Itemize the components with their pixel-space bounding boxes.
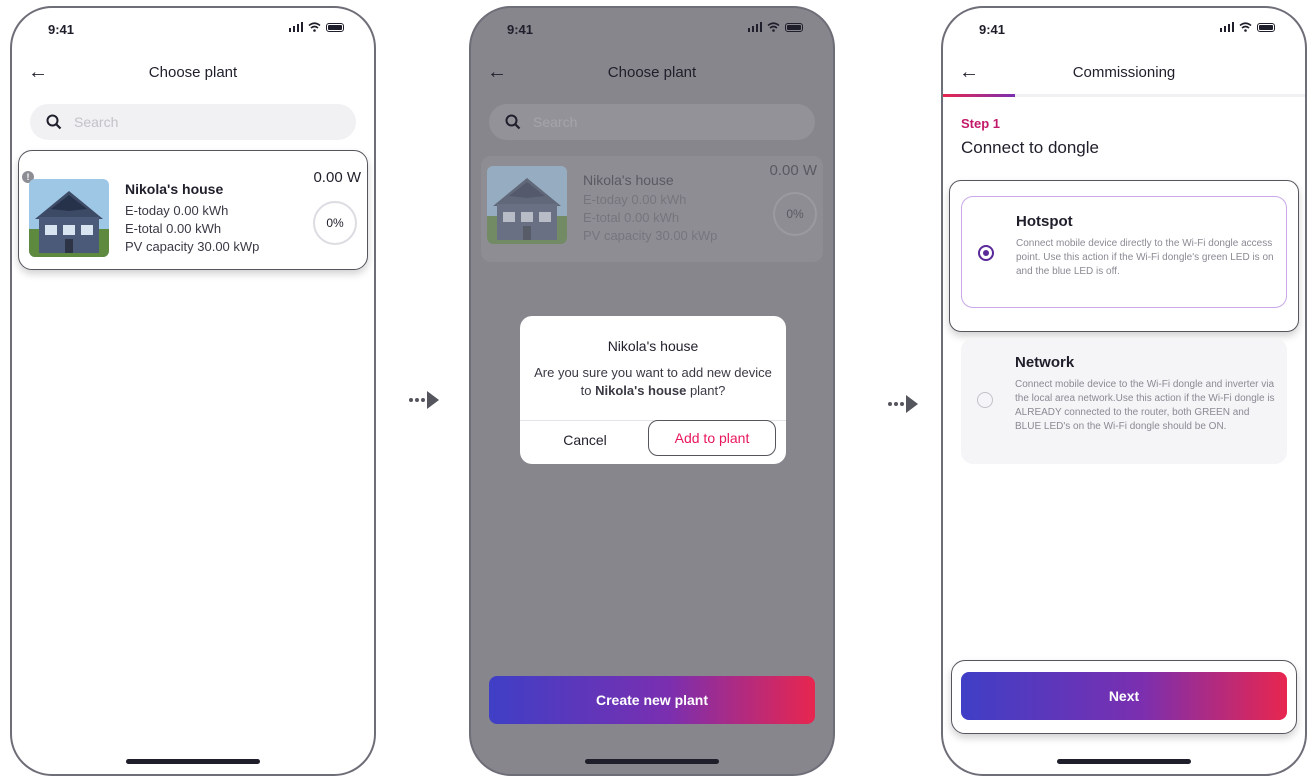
page-title: Choose plant: [607, 64, 697, 81]
plant-percent-ring: 0%: [773, 192, 817, 236]
search-icon: [46, 114, 62, 130]
phone-screen-choose-plant: 9:41 ← Choose plant Search ! Nikola's ho…: [10, 6, 376, 776]
home-indicator: [585, 759, 719, 764]
page-title: Commissioning: [1072, 64, 1176, 81]
home-indicator: [1057, 759, 1191, 764]
flow-arrow-icon: [888, 395, 918, 413]
signal-icon: [1219, 22, 1234, 32]
wifi-icon: [1239, 22, 1252, 32]
step-title: Connect to dongle: [961, 138, 1099, 157]
confirm-dialog: Nikola's house Are you sure you want to …: [520, 316, 786, 464]
signal-icon: [288, 22, 303, 32]
step-label: Step 1: [961, 116, 1001, 131]
phone-screen-confirm-dialog: 9:41 ← Choose plant Search Nikola's hous…: [469, 6, 835, 776]
status-time: 9:41: [507, 22, 534, 37]
option-description: Connect mobile device to the Wi-Fi dongl…: [1015, 379, 1275, 432]
wifi-icon: [308, 22, 321, 32]
cancel-button[interactable]: Cancel: [550, 432, 620, 448]
status-icons: [747, 22, 803, 32]
plant-card[interactable]: Nikola's house E-today 0.00 kWh E-total …: [481, 156, 823, 262]
home-indicator: [126, 759, 260, 764]
status-time: 9:41: [48, 22, 75, 37]
plant-name: Nikola's house: [583, 172, 674, 188]
dialog-title: Nikola's house: [607, 338, 699, 354]
signal-icon: [747, 22, 762, 32]
radio-selected-icon[interactable]: [978, 245, 994, 261]
status-time: 9:41: [979, 22, 1006, 37]
option-name: Network: [1015, 354, 1075, 371]
create-new-plant-button[interactable]: Create new plant: [489, 676, 815, 724]
plant-power: 0.00 W: [769, 162, 817, 179]
phone-screen-commissioning: 9:41 ← Commissioning Step 1 Connect to d…: [941, 6, 1307, 776]
plant-photo: [29, 179, 109, 257]
next-button[interactable]: Next: [961, 672, 1287, 720]
battery-icon: [326, 23, 344, 32]
dialog-message: Are you sure you want to add new device …: [534, 365, 772, 398]
page-title: Choose plant: [148, 64, 238, 81]
flow-arrow-icon: [409, 391, 439, 409]
plant-percent-ring: 0%: [313, 201, 357, 245]
option-name: Hotspot: [1016, 213, 1073, 230]
search-placeholder: Search: [74, 114, 119, 130]
wifi-icon: [767, 22, 780, 32]
search-placeholder: Search: [533, 114, 578, 130]
plant-e-total: E-total 0.00 kWh: [583, 210, 680, 225]
battery-icon: [785, 23, 803, 32]
step-progress-bar: [943, 94, 1305, 97]
search-icon: [505, 114, 521, 130]
status-icons: [1219, 22, 1275, 32]
plant-photo: [487, 166, 567, 244]
dialog-plant-name: Nikola's house: [595, 383, 687, 398]
status-icons: [288, 22, 344, 32]
plant-e-total: E-total 0.00 kWh: [125, 221, 222, 236]
search-input[interactable]: Search: [30, 104, 356, 140]
option-hotspot[interactable]: Hotspot Connect mobile device directly t…: [961, 196, 1287, 308]
plant-power: 0.00 W: [313, 169, 361, 186]
option-description: Connect mobile device directly to the Wi…: [1016, 238, 1274, 277]
step-progress-fill: [943, 94, 1016, 97]
option-network[interactable]: Network Connect mobile device to the Wi-…: [961, 338, 1287, 464]
search-input[interactable]: Search: [489, 104, 815, 140]
plant-pv-capacity: PV capacity 30.00 kWp: [583, 228, 718, 243]
plant-e-today: E-today 0.00 kWh: [583, 192, 687, 207]
plant-card[interactable]: ! Nikola's house E-today 0.00 kWh E-tota…: [18, 150, 368, 270]
add-to-plant-button[interactable]: Add to plant: [648, 420, 776, 456]
radio-unselected-icon[interactable]: [977, 392, 993, 408]
battery-icon: [1257, 23, 1275, 32]
plant-e-today: E-today 0.00 kWh: [125, 203, 229, 218]
plant-name: Nikola's house: [125, 181, 224, 197]
plant-pv-capacity: PV capacity 30.00 kWp: [125, 239, 260, 254]
